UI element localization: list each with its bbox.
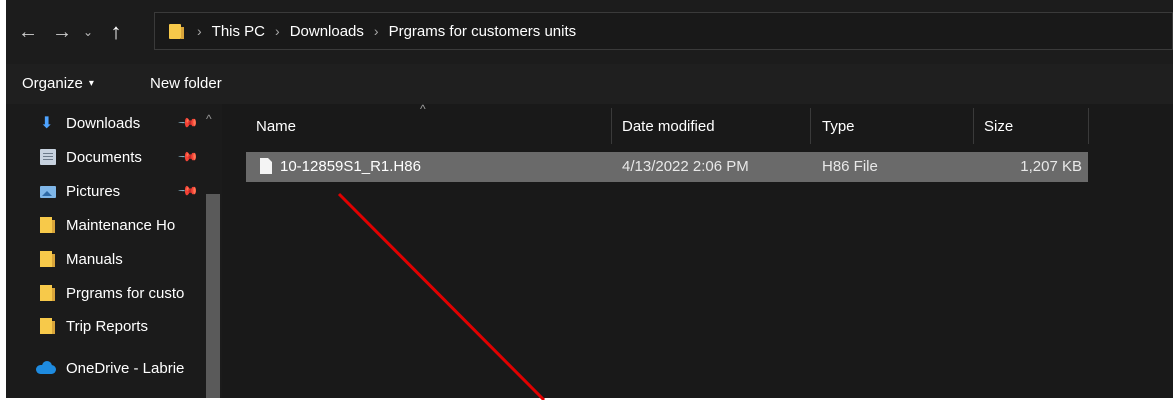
nav-item-maintenance[interactable]: Maintenance Ho [40,212,204,238]
file-size: 1,207 KB [1020,158,1082,175]
breadcrumb-downloads[interactable]: Downloads [290,23,364,40]
back-arrow-icon[interactable]: ← [14,20,42,44]
column-header-date-modified[interactable]: Date modified [622,104,715,148]
column-divider[interactable] [611,108,612,144]
nav-item-programs-for-customers[interactable]: Prgrams for custo [40,280,204,306]
nav-pane-scrollbar[interactable] [206,194,220,398]
file-date-modified: 4/13/2022 2:06 PM [622,158,749,175]
command-toolbar: Organize ▾ New folder [6,64,1173,105]
breadcrumb-separator-icon[interactable]: › [275,23,280,39]
nav-item-manuals[interactable]: Manuals [40,246,204,272]
column-divider[interactable] [973,108,974,144]
file-list-pane: ^ Name Date modified Type Size 10-12859S… [222,102,1173,398]
breadcrumb-this-pc[interactable]: This PC [212,23,265,40]
column-header-name[interactable]: Name [256,104,296,148]
organize-button[interactable]: Organize ▾ [22,75,94,92]
folder-icon [40,217,55,233]
nav-item-label: Prgrams for custo [66,284,185,302]
folder-icon [40,251,55,267]
pictures-icon [40,186,56,198]
file-row-selected[interactable]: 10-12859S1_R1.H86 4/13/2022 2:06 PM H86 … [246,152,1088,182]
recent-locations-chevron-icon[interactable]: ⌄ [76,20,100,44]
nav-item-trip-reports[interactable]: Trip Reports [40,313,204,339]
file-explorer-window: ← → ⌄ ↑ › This PC › Downloads › Prgrams … [6,0,1173,398]
column-header-size[interactable]: Size [984,104,1013,148]
download-icon [40,113,56,133]
sort-ascending-icon: ^ [420,102,426,116]
nav-item-label: Manuals [66,250,123,268]
nav-item-label: Downloads [66,114,141,132]
navigation-bar: ← → ⌄ ↑ › This PC › Downloads › Prgrams … [6,0,1173,64]
file-icon [260,158,272,174]
breadcrumb-separator-icon[interactable]: › [197,23,202,39]
nav-item-label: Trip Reports [66,317,148,335]
file-name: 10-12859S1_R1.H86 [280,158,421,175]
nav-item-label: OneDrive - Labrie [66,359,185,377]
navigation-pane: Downloads 📌 ^ Documents 📌 Pictures 📌 Mai… [6,104,222,398]
breadcrumb-separator-icon[interactable]: › [374,23,379,39]
forward-arrow-icon[interactable]: → [48,20,76,44]
folder-icon [169,23,184,39]
folder-icon [40,318,55,334]
nav-item-label: Pictures [66,182,121,200]
file-type: H86 File [822,158,878,175]
folder-icon [40,285,55,301]
up-arrow-icon[interactable]: ↑ [102,19,130,44]
column-divider[interactable] [810,108,811,144]
breadcrumb-current-folder[interactable]: Prgrams for customers units [389,23,577,40]
nav-item-label: Documents [66,148,142,166]
new-folder-button[interactable]: New folder [150,75,222,92]
scroll-up-icon[interactable]: ^ [206,112,212,126]
organize-label: Organize [22,75,83,92]
chevron-down-icon: ▾ [88,78,94,89]
nav-item-label: Maintenance Ho [66,216,176,234]
documents-icon [40,149,56,165]
address-bar[interactable]: › This PC › Downloads › Prgrams for cust… [154,12,1173,50]
nav-item-onedrive[interactable]: OneDrive - Labrie [36,355,200,381]
onedrive-icon [36,360,56,376]
column-header-type[interactable]: Type [822,104,855,148]
column-divider[interactable] [1088,108,1089,144]
